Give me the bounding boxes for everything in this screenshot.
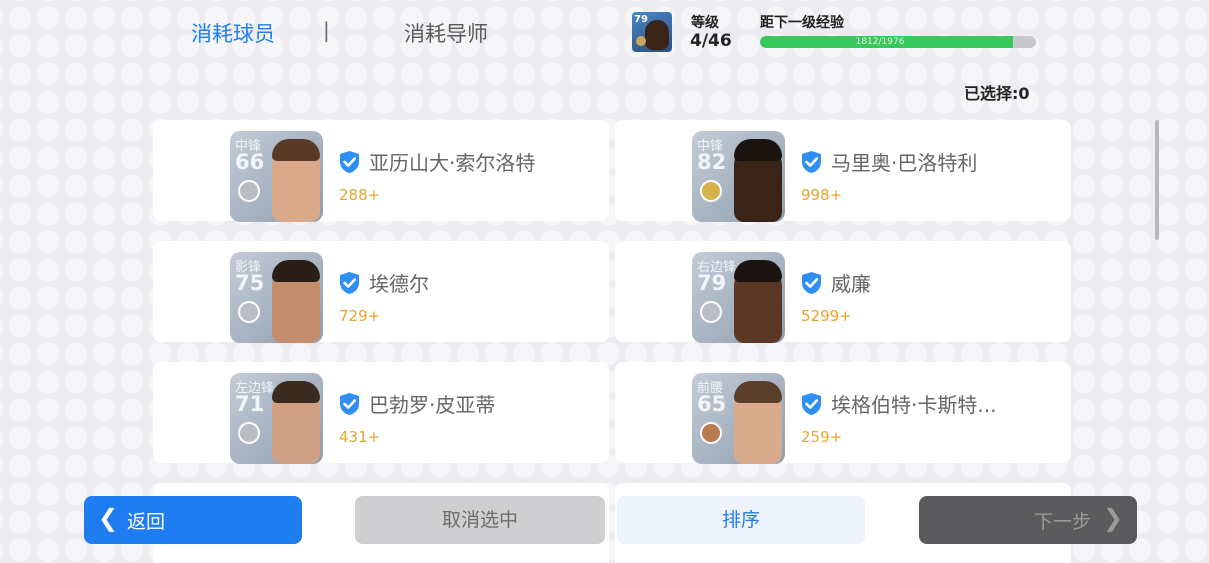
- player-value: 998+: [801, 186, 843, 204]
- level-label: 等级: [691, 15, 719, 31]
- selected-count: 已选择:0: [964, 84, 1030, 103]
- avatar-medal-icon: [636, 36, 646, 46]
- scrollbar[interactable]: [1155, 120, 1159, 240]
- chevron-right-icon: ❯: [1103, 504, 1124, 532]
- player-card[interactable]: 影锋 75 埃德尔 729+: [153, 241, 609, 343]
- verified-shield-icon: [340, 393, 359, 415]
- medal-icon: [238, 180, 260, 202]
- player-rating: 82: [697, 150, 727, 174]
- player-name: 马里奥·巴洛特利: [831, 151, 978, 175]
- player-value: 288+: [339, 186, 381, 204]
- player-name: 亚历山大·索尔洛特: [369, 151, 536, 175]
- medal-icon: [238, 422, 260, 444]
- player-hair-icon: [734, 381, 782, 403]
- exp-label: 距下一级经验: [760, 15, 844, 31]
- avatar-face-icon: [645, 20, 669, 50]
- chevron-left-icon: ❮: [98, 504, 119, 532]
- back-button-label: 返回: [127, 511, 166, 533]
- player-card[interactable]: 中锋 82 马里奥·巴洛特利 998+: [615, 120, 1071, 222]
- player-avatar: 79: [632, 12, 672, 52]
- player-card[interactable]: 中锋 66 亚历山大·索尔洛特 288+: [153, 120, 609, 222]
- player-photo: 中锋 66: [230, 131, 323, 222]
- verified-shield-icon: [340, 272, 359, 294]
- level-value: 4/46: [690, 31, 732, 51]
- player-hair-icon: [734, 139, 782, 161]
- avatar-rating: 79: [634, 14, 648, 25]
- player-name: 巴勃罗·皮亚蒂: [369, 393, 496, 417]
- player-card[interactable]: 前腰 65 埃格伯特·卡斯特... 259+: [615, 362, 1071, 464]
- player-photo: 影锋 75: [230, 252, 323, 343]
- player-photo: 中锋 82: [692, 131, 785, 222]
- tab-separator: |: [323, 18, 330, 42]
- player-rating: 66: [235, 150, 265, 174]
- player-name: 威廉: [831, 272, 871, 296]
- next-step-button[interactable]: 下一步 ❯: [919, 496, 1137, 544]
- verified-shield-icon: [802, 272, 821, 294]
- player-hair-icon: [272, 260, 320, 282]
- player-photo: 右边锋 79: [692, 252, 785, 343]
- medal-icon: [700, 180, 722, 202]
- medal-icon: [700, 301, 722, 323]
- player-value: 729+: [339, 307, 381, 325]
- player-name: 埃格伯特·卡斯特...: [831, 393, 997, 417]
- player-hair-icon: [272, 381, 320, 403]
- player-name: 埃德尔: [369, 272, 429, 296]
- player-photo: 前腰 65: [692, 373, 785, 464]
- player-hair-icon: [734, 260, 782, 282]
- player-rating: 79: [697, 271, 727, 295]
- sort-button[interactable]: 排序: [617, 496, 865, 544]
- cancel-selection-button[interactable]: 取消选中: [355, 496, 605, 544]
- verified-shield-icon: [802, 151, 821, 173]
- medal-icon: [238, 301, 260, 323]
- player-value: 5299+: [801, 307, 852, 325]
- player-value: 259+: [801, 428, 843, 446]
- player-photo: 左边锋 71: [230, 373, 323, 464]
- tab-consume-players[interactable]: 消耗球员: [191, 18, 275, 48]
- player-rating: 75: [235, 271, 265, 295]
- next-step-label: 下一步: [1034, 511, 1092, 533]
- player-rating: 65: [697, 392, 727, 416]
- back-button[interactable]: ❮ 返回: [84, 496, 302, 544]
- medal-icon: [700, 422, 722, 444]
- tab-consume-mentors[interactable]: 消耗导师: [404, 18, 488, 48]
- exp-progress-text: 1812/1976: [855, 37, 905, 47]
- player-card[interactable]: 左边锋 71 巴勃罗·皮亚蒂 431+: [153, 362, 609, 464]
- verified-shield-icon: [802, 393, 821, 415]
- player-card[interactable]: 右边锋 79 威廉 5299+: [615, 241, 1071, 343]
- player-hair-icon: [272, 139, 320, 161]
- verified-shield-icon: [340, 151, 359, 173]
- player-value: 431+: [339, 428, 381, 446]
- exp-progress-bar: 1812/1976: [760, 36, 1036, 48]
- player-rating: 71: [235, 392, 265, 416]
